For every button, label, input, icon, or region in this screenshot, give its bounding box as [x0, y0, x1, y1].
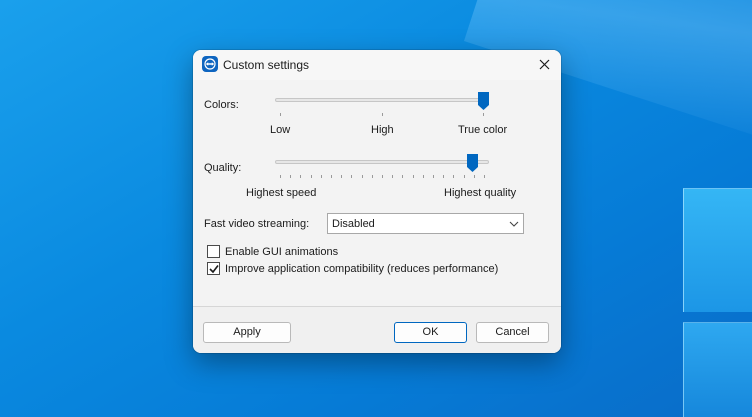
quality-tick — [280, 175, 281, 178]
close-icon — [539, 59, 550, 70]
quality-max-label: Highest quality — [444, 187, 517, 199]
quality-slider-thumb[interactable] — [467, 154, 478, 172]
quality-tick — [300, 175, 301, 178]
streaming-select-value: Disabled — [332, 218, 375, 230]
quality-tick — [372, 175, 373, 178]
quality-tick — [474, 175, 475, 178]
colors-tick-true-color: True color — [458, 124, 508, 136]
colors-tick — [280, 113, 281, 116]
wallpaper-window-pane — [683, 322, 752, 417]
colors-label: Colors: — [204, 99, 239, 111]
quality-tick — [331, 175, 332, 178]
quality-slider-track[interactable] — [275, 160, 489, 164]
quality-tick — [362, 175, 363, 178]
ok-button[interactable]: OK — [394, 322, 467, 343]
teamviewer-icon — [202, 56, 218, 72]
quality-tick — [464, 175, 465, 178]
cancel-button[interactable]: Cancel — [476, 322, 549, 343]
quality-tick — [443, 175, 444, 178]
dialog-footer: Apply OK Cancel — [193, 307, 561, 353]
quality-label: Quality: — [204, 162, 242, 174]
quality-tick — [290, 175, 291, 178]
quality-tick — [382, 175, 383, 178]
quality-tick — [341, 175, 342, 178]
colors-slider-thumb[interactable] — [478, 92, 489, 110]
quality-tick — [402, 175, 403, 178]
compatibility-checkbox[interactable] — [207, 262, 220, 275]
quality-tick — [392, 175, 393, 178]
quality-tick — [321, 175, 322, 178]
colors-tick-low: Low — [270, 124, 291, 136]
streaming-label: Fast video streaming: — [204, 218, 310, 230]
apply-button[interactable]: Apply — [203, 322, 291, 343]
quality-min-label: Highest speed — [246, 187, 317, 199]
gui-animations-checkbox[interactable] — [207, 245, 220, 258]
quality-tick — [423, 175, 424, 178]
quality-tick — [453, 175, 454, 178]
quality-tick — [413, 175, 414, 178]
streaming-select[interactable]: Disabled — [327, 213, 524, 234]
colors-tick — [382, 113, 383, 116]
chevron-down-icon — [509, 221, 519, 227]
custom-settings-dialog: Custom settings Colors: Low High True co… — [193, 50, 561, 353]
gui-animations-label: Enable GUI animations — [225, 246, 339, 258]
quality-tick — [311, 175, 312, 178]
quality-tick — [484, 175, 485, 178]
checkmark-icon — [209, 265, 219, 274]
colors-tick — [483, 113, 484, 116]
close-button[interactable] — [531, 54, 559, 76]
colors-tick-high: High — [371, 124, 394, 136]
wallpaper-window-pane — [683, 188, 752, 312]
dialog-title: Custom settings — [223, 58, 310, 72]
title-bar: Custom settings — [193, 50, 561, 80]
quality-tick — [351, 175, 352, 178]
compatibility-label: Improve application compatibility (reduc… — [225, 263, 499, 275]
quality-tick — [433, 175, 434, 178]
colors-slider-track[interactable] — [275, 98, 489, 102]
